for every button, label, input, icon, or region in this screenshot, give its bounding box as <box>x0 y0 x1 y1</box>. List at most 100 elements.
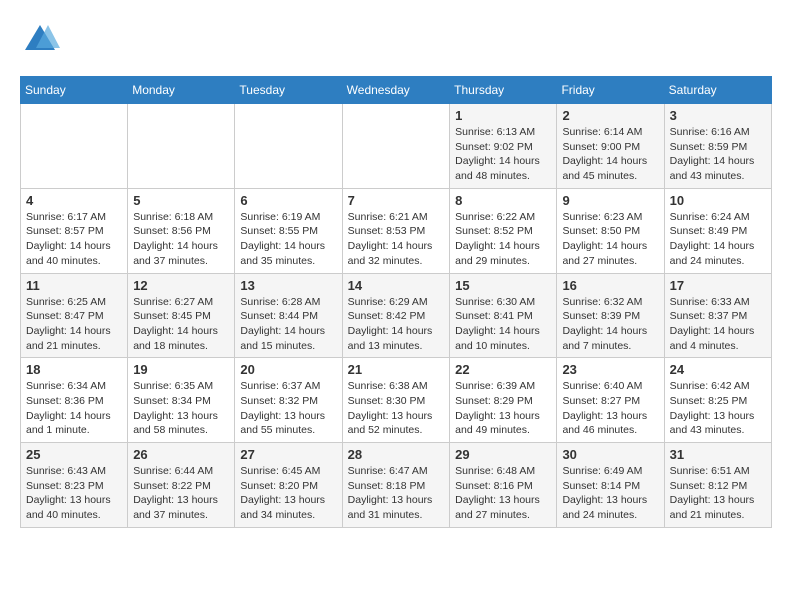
day-info: Sunrise: 6:29 AM Sunset: 8:42 PM Dayligh… <box>348 295 444 354</box>
calendar-cell: 29 Sunrise: 6:48 AM Sunset: 8:16 PM Dayli… <box>450 443 557 528</box>
day-info: Sunrise: 6:45 AM Sunset: 8:20 PM Dayligh… <box>240 464 336 523</box>
calendar-cell <box>21 104 128 189</box>
day-number: 25 <box>26 447 122 462</box>
calendar-cell: 6 Sunrise: 6:19 AM Sunset: 8:55 PM Daylig… <box>235 188 342 273</box>
day-number: 30 <box>562 447 658 462</box>
calendar-cell: 10Sunrise: 6:24 AM Sunset: 8:49 PM Dayli… <box>664 188 771 273</box>
day-number: 19 <box>133 362 229 377</box>
day-info: Sunrise: 6:17 AM Sunset: 8:57 PM Dayligh… <box>26 210 122 269</box>
day-number: 27 <box>240 447 336 462</box>
calendar-cell <box>235 104 342 189</box>
calendar-cell: 31 Sunrise: 6:51 AM Sunset: 8:12 PM Dayli… <box>664 443 771 528</box>
calendar-cell: 8Sunrise: 6:22 AM Sunset: 8:52 PM Daylig… <box>450 188 557 273</box>
weekday-header-cell: Friday <box>557 77 664 104</box>
day-info: Sunrise: 6:13 AM Sunset: 9:02 PM Dayligh… <box>455 125 551 184</box>
day-info: Sunrise: 6:47 AM Sunset: 8:18 PM Dayligh… <box>348 464 444 523</box>
day-info: Sunrise: 6:49 AM Sunset: 8:14 PM Dayligh… <box>562 464 658 523</box>
day-number: 18 <box>26 362 122 377</box>
day-info: Sunrise: 6:48 AM Sunset: 8:16 PM Dayligh… <box>455 464 551 523</box>
day-info: Sunrise: 6:34 AM Sunset: 8:36 PM Dayligh… <box>26 379 122 438</box>
day-number: 23 <box>562 362 658 377</box>
calendar-cell: 21 Sunrise: 6:38 AM Sunset: 8:30 PM Dayli… <box>342 358 449 443</box>
header <box>20 20 772 60</box>
day-number: 17 <box>670 278 766 293</box>
calendar-cell: 5Sunrise: 6:18 AM Sunset: 8:56 PM Daylig… <box>128 188 235 273</box>
day-number: 13 <box>240 278 336 293</box>
calendar-cell: 30 Sunrise: 6:49 AM Sunset: 8:14 PM Dayli… <box>557 443 664 528</box>
logo-icon <box>20 20 60 60</box>
weekday-header-cell: Saturday <box>664 77 771 104</box>
calendar-cell: 7 Sunrise: 6:21 AM Sunset: 8:53 PM Daylig… <box>342 188 449 273</box>
calendar-table: SundayMondayTuesdayWednesdayThursdayFrid… <box>20 76 772 528</box>
calendar-cell: 12Sunrise: 6:27 AM Sunset: 8:45 PM Dayli… <box>128 273 235 358</box>
day-number: 28 <box>348 447 444 462</box>
calendar-cell <box>342 104 449 189</box>
calendar-cell: 17 Sunrise: 6:33 AM Sunset: 8:37 PM Dayli… <box>664 273 771 358</box>
day-info: Sunrise: 6:25 AM Sunset: 8:47 PM Dayligh… <box>26 295 122 354</box>
day-number: 12 <box>133 278 229 293</box>
day-number: 31 <box>670 447 766 462</box>
calendar-cell: 27 Sunrise: 6:45 AM Sunset: 8:20 PM Dayli… <box>235 443 342 528</box>
day-number: 4 <box>26 193 122 208</box>
calendar-cell: 22Sunrise: 6:39 AM Sunset: 8:29 PM Dayli… <box>450 358 557 443</box>
day-info: Sunrise: 6:19 AM Sunset: 8:55 PM Dayligh… <box>240 210 336 269</box>
day-number: 2 <box>562 108 658 123</box>
calendar-cell: 16 Sunrise: 6:32 AM Sunset: 8:39 PM Dayli… <box>557 273 664 358</box>
day-number: 29 <box>455 447 551 462</box>
calendar-week-row: 25Sunrise: 6:43 AM Sunset: 8:23 PM Dayli… <box>21 443 772 528</box>
calendar-cell: 24 Sunrise: 6:42 AM Sunset: 8:25 PM Dayli… <box>664 358 771 443</box>
logo <box>20 20 66 60</box>
day-number: 14 <box>348 278 444 293</box>
calendar-cell: 3 Sunrise: 6:16 AM Sunset: 8:59 PM Daylig… <box>664 104 771 189</box>
calendar-week-row: 18 Sunrise: 6:34 AM Sunset: 8:36 PM Dayli… <box>21 358 772 443</box>
calendar-cell: 15Sunrise: 6:30 AM Sunset: 8:41 PM Dayli… <box>450 273 557 358</box>
calendar-cell: 23 Sunrise: 6:40 AM Sunset: 8:27 PM Dayli… <box>557 358 664 443</box>
day-info: Sunrise: 6:32 AM Sunset: 8:39 PM Dayligh… <box>562 295 658 354</box>
day-number: 26 <box>133 447 229 462</box>
weekday-header-cell: Wednesday <box>342 77 449 104</box>
day-info: Sunrise: 6:16 AM Sunset: 8:59 PM Dayligh… <box>670 125 766 184</box>
day-number: 3 <box>670 108 766 123</box>
day-info: Sunrise: 6:22 AM Sunset: 8:52 PM Dayligh… <box>455 210 551 269</box>
calendar-body: 1 Sunrise: 6:13 AM Sunset: 9:02 PM Daylig… <box>21 104 772 528</box>
calendar-cell: 11Sunrise: 6:25 AM Sunset: 8:47 PM Dayli… <box>21 273 128 358</box>
day-number: 7 <box>348 193 444 208</box>
calendar-cell: 2 Sunrise: 6:14 AM Sunset: 9:00 PM Daylig… <box>557 104 664 189</box>
calendar-cell: 28 Sunrise: 6:47 AM Sunset: 8:18 PM Dayli… <box>342 443 449 528</box>
day-info: Sunrise: 6:33 AM Sunset: 8:37 PM Dayligh… <box>670 295 766 354</box>
calendar-cell: 14 Sunrise: 6:29 AM Sunset: 8:42 PM Dayli… <box>342 273 449 358</box>
day-info: Sunrise: 6:44 AM Sunset: 8:22 PM Dayligh… <box>133 464 229 523</box>
day-info: Sunrise: 6:23 AM Sunset: 8:50 PM Dayligh… <box>562 210 658 269</box>
calendar-week-row: 11Sunrise: 6:25 AM Sunset: 8:47 PM Dayli… <box>21 273 772 358</box>
calendar-week-row: 4 Sunrise: 6:17 AM Sunset: 8:57 PM Daylig… <box>21 188 772 273</box>
day-info: Sunrise: 6:51 AM Sunset: 8:12 PM Dayligh… <box>670 464 766 523</box>
calendar-cell: 25Sunrise: 6:43 AM Sunset: 8:23 PM Dayli… <box>21 443 128 528</box>
day-number: 5 <box>133 193 229 208</box>
day-number: 20 <box>240 362 336 377</box>
day-info: Sunrise: 6:37 AM Sunset: 8:32 PM Dayligh… <box>240 379 336 438</box>
day-info: Sunrise: 6:38 AM Sunset: 8:30 PM Dayligh… <box>348 379 444 438</box>
day-info: Sunrise: 6:14 AM Sunset: 9:00 PM Dayligh… <box>562 125 658 184</box>
calendar-cell: 13Sunrise: 6:28 AM Sunset: 8:44 PM Dayli… <box>235 273 342 358</box>
day-number: 1 <box>455 108 551 123</box>
calendar-cell: 20 Sunrise: 6:37 AM Sunset: 8:32 PM Dayli… <box>235 358 342 443</box>
day-number: 16 <box>562 278 658 293</box>
weekday-header-row: SundayMondayTuesdayWednesdayThursdayFrid… <box>21 77 772 104</box>
day-number: 10 <box>670 193 766 208</box>
calendar-cell: 18 Sunrise: 6:34 AM Sunset: 8:36 PM Dayli… <box>21 358 128 443</box>
day-number: 24 <box>670 362 766 377</box>
day-number: 15 <box>455 278 551 293</box>
day-info: Sunrise: 6:42 AM Sunset: 8:25 PM Dayligh… <box>670 379 766 438</box>
day-info: Sunrise: 6:40 AM Sunset: 8:27 PM Dayligh… <box>562 379 658 438</box>
calendar-cell: 26 Sunrise: 6:44 AM Sunset: 8:22 PM Dayli… <box>128 443 235 528</box>
day-number: 22 <box>455 362 551 377</box>
weekday-header-cell: Monday <box>128 77 235 104</box>
weekday-header-cell: Thursday <box>450 77 557 104</box>
calendar-cell: 19 Sunrise: 6:35 AM Sunset: 8:34 PM Dayli… <box>128 358 235 443</box>
day-number: 6 <box>240 193 336 208</box>
calendar-week-row: 1 Sunrise: 6:13 AM Sunset: 9:02 PM Daylig… <box>21 104 772 189</box>
calendar-cell <box>128 104 235 189</box>
day-info: Sunrise: 6:35 AM Sunset: 8:34 PM Dayligh… <box>133 379 229 438</box>
day-number: 21 <box>348 362 444 377</box>
day-info: Sunrise: 6:21 AM Sunset: 8:53 PM Dayligh… <box>348 210 444 269</box>
